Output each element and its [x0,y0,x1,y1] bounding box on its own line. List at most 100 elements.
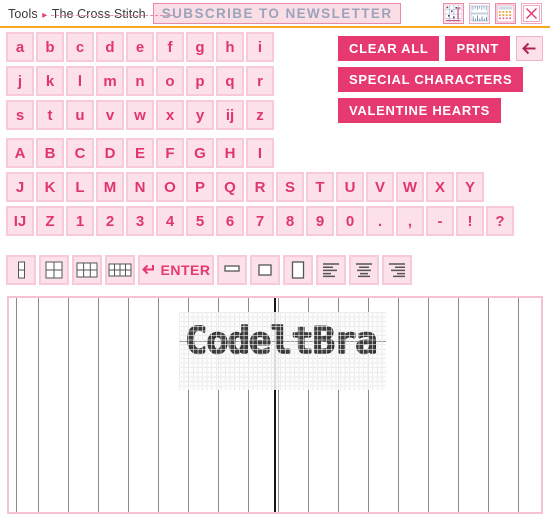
key-u[interactable]: u [66,100,94,130]
key-I[interactable]: I [246,138,274,168]
shape-wide-button[interactable] [217,255,247,285]
subscribe-newsletter-banner[interactable]: SUBSCRIBE TO NEWSLETTER [152,2,402,24]
return-arrow-icon [141,264,154,275]
key-question[interactable]: ? [486,206,514,236]
key-W[interactable]: W [396,172,424,202]
key-a[interactable]: a [6,32,34,62]
key-J[interactable]: J [6,172,34,202]
key-2[interactable]: 2 [96,206,124,236]
arrow-left-icon[interactable] [515,36,543,61]
key-IJ-upper[interactable]: IJ [6,206,34,236]
action-row-2: SPECIAL CHARACTERS [338,67,548,92]
key-h[interactable]: h [216,32,244,62]
align-left-button[interactable] [316,255,346,285]
key-w[interactable]: w [126,100,154,130]
key-c[interactable]: c [66,32,94,62]
key-E[interactable]: E [126,138,154,168]
key-i[interactable]: i [246,32,274,62]
valentine-hearts-button[interactable]: VALENTINE HEARTS [338,98,501,123]
key-v[interactable]: v [96,100,124,130]
key-B[interactable]: B [36,138,64,168]
key-R[interactable]: R [246,172,274,202]
shape-medium-button[interactable] [250,255,280,285]
key-s[interactable]: s [6,100,34,130]
grid-3x2-button[interactable] [72,255,102,285]
align-right-button[interactable] [382,255,412,285]
key-U[interactable]: U [336,172,364,202]
key-0[interactable]: 0 [336,206,364,236]
stitch-pattern-area[interactable]: CodeltBra [179,312,386,390]
key-hyphen[interactable]: - [426,206,454,236]
tool-row: ENTER [6,255,412,285]
key-Y[interactable]: Y [456,172,484,202]
key-8[interactable]: 8 [276,206,304,236]
key-q[interactable]: q [216,66,244,96]
key-t[interactable]: t [36,100,64,130]
key-T[interactable]: T [306,172,334,202]
color-palette-grid-icon[interactable] [495,2,516,24]
close-icon[interactable] [521,2,542,24]
key-j[interactable]: j [6,66,34,96]
key-Z[interactable]: Z [36,206,64,236]
align-center-button[interactable] [349,255,379,285]
key-comma[interactable]: , [396,206,424,236]
breadcrumb-dashed-rule [51,15,173,16]
pattern-chart-icon[interactable] [443,2,464,24]
key-e[interactable]: e [126,32,154,62]
key-period[interactable]: . [366,206,394,236]
special-characters-button[interactable]: SPECIAL CHARACTERS [338,67,524,92]
breadcrumb-current: The Cross Stitch [51,7,146,21]
stitch-canvas[interactable]: CodeltBra [7,296,543,514]
key-X[interactable]: X [426,172,454,202]
grid-2x2-button[interactable] [39,255,69,285]
key-P[interactable]: P [186,172,214,202]
key-exclamation[interactable]: ! [456,206,484,236]
key-N[interactable]: N [126,172,154,202]
clear-all-button[interactable]: CLEAR ALL [338,36,440,61]
key-o[interactable]: o [156,66,184,96]
key-O[interactable]: O [156,172,184,202]
key-4[interactable]: 4 [156,206,184,236]
breadcrumb-root[interactable]: Tools [8,7,38,21]
key-n[interactable]: n [126,66,154,96]
key-6[interactable]: 6 [216,206,244,236]
key-H[interactable]: H [216,138,244,168]
key-G[interactable]: G [186,138,214,168]
key-5[interactable]: 5 [186,206,214,236]
shape-tall-button[interactable] [283,255,313,285]
grid-1x2-button[interactable] [6,255,36,285]
key-f[interactable]: f [156,32,184,62]
key-p[interactable]: p [186,66,214,96]
key-x[interactable]: x [156,100,184,130]
key-M[interactable]: M [96,172,124,202]
key-1[interactable]: 1 [66,206,94,236]
key-7[interactable]: 7 [246,206,274,236]
key-S[interactable]: S [276,172,304,202]
keyboard-row-upper-3: IJ Z 1 2 3 4 5 6 7 8 9 0 . , - ! ? [6,206,546,238]
keyboard-row-upper-1: A B C D E F G H I [6,138,546,170]
key-d[interactable]: d [96,32,124,62]
key-ij-lower[interactable]: ij [216,100,244,130]
key-K[interactable]: K [36,172,64,202]
enter-button[interactable]: ENTER [138,255,214,285]
key-A[interactable]: A [6,138,34,168]
key-z[interactable]: z [246,100,274,130]
key-3[interactable]: 3 [126,206,154,236]
key-l[interactable]: l [66,66,94,96]
ruler-icon[interactable] [469,2,490,24]
key-V[interactable]: V [366,172,394,202]
key-9[interactable]: 9 [306,206,334,236]
key-F[interactable]: F [156,138,184,168]
print-button[interactable]: PRINT [445,36,510,61]
key-m[interactable]: m [96,66,124,96]
key-y[interactable]: y [186,100,214,130]
key-g[interactable]: g [186,32,214,62]
grid-4x2-button[interactable] [105,255,135,285]
key-L[interactable]: L [66,172,94,202]
key-Q[interactable]: Q [216,172,244,202]
key-b[interactable]: b [36,32,64,62]
key-k[interactable]: k [36,66,64,96]
key-r[interactable]: r [246,66,274,96]
key-D[interactable]: D [96,138,124,168]
key-C[interactable]: C [66,138,94,168]
